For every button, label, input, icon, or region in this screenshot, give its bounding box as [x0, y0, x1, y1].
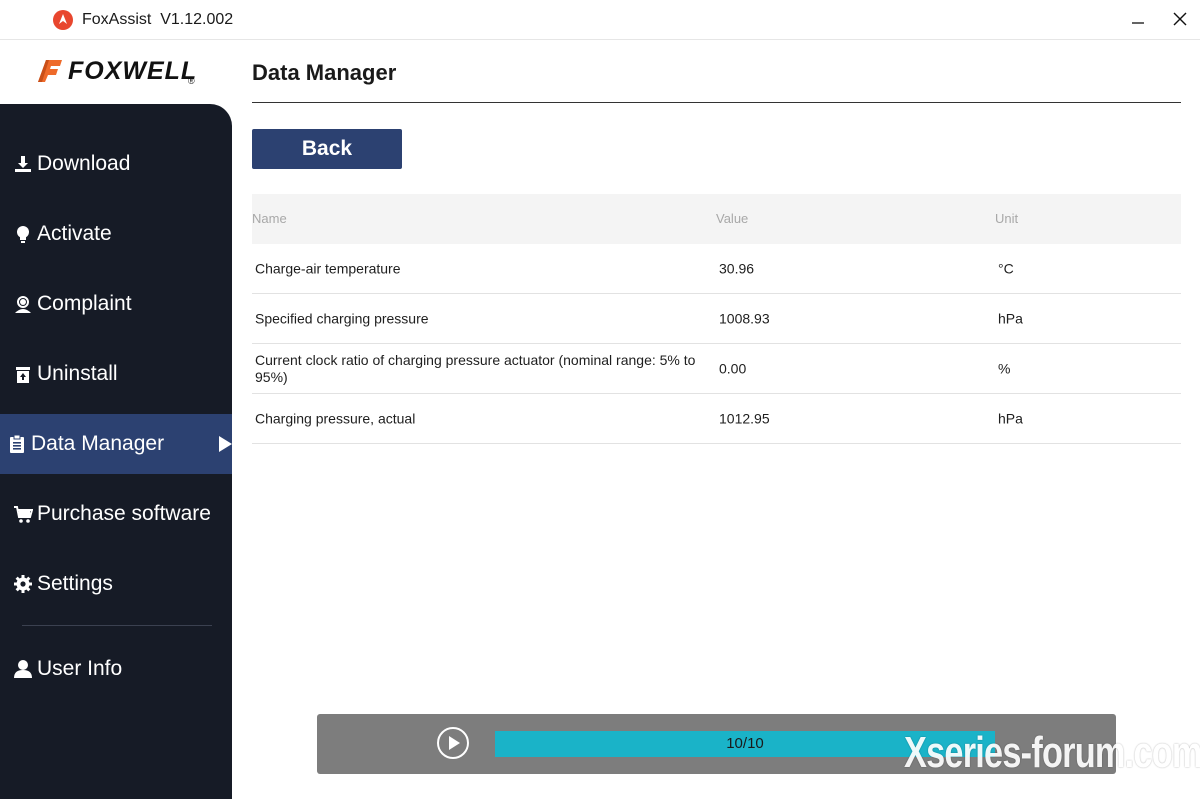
cell-name: Charge-air temperature — [255, 260, 401, 276]
watermark: Xseries-forum.com — [904, 728, 1200, 777]
sidebar-item-label: Uninstall — [37, 362, 118, 385]
minimize-button[interactable] — [1122, 4, 1154, 34]
support-agent-icon — [13, 294, 33, 314]
close-icon — [1173, 12, 1187, 26]
gear-icon — [13, 574, 33, 594]
foxassist-app-icon — [53, 10, 73, 30]
window-title: FoxAssist V1.12.002 — [82, 11, 234, 28]
sidebar-item-settings[interactable]: Settings — [0, 554, 232, 614]
cell-unit: hPa — [998, 310, 1023, 326]
sidebar-item-label: Activate — [37, 222, 112, 245]
cell-name: Specified charging pressure — [255, 310, 429, 326]
table-row: Charge-air temperature 30.96 °C — [252, 244, 1181, 294]
cell-unit: % — [998, 360, 1011, 376]
sidebar-item-label: User Info — [37, 657, 123, 680]
cell-name: Charging pressure, actual — [255, 410, 416, 426]
column-header-name: Name — [252, 211, 287, 226]
cell-value: 1012.95 — [719, 410, 770, 426]
sidebar-item-user-info[interactable]: User Info — [0, 639, 232, 699]
logo-wordmark: FOXWELL — [68, 57, 198, 85]
sidebar-item-data-manager[interactable]: Data Manager — [0, 414, 232, 474]
sidebar-item-activate[interactable]: Activate — [0, 204, 232, 264]
data-table: Name Value Unit Charge-air temperature 3… — [252, 194, 1181, 444]
cart-icon — [13, 504, 33, 524]
play-icon[interactable] — [436, 726, 470, 760]
cell-value: 0.00 — [719, 360, 747, 376]
cell-value: 30.96 — [719, 260, 755, 276]
clipboard-icon — [7, 434, 27, 454]
table-row: Charging pressure, actual 1012.95 hPa — [252, 394, 1181, 444]
trash-icon — [13, 364, 33, 384]
table-row: Current clock ratio of charging pressure… — [252, 344, 1181, 394]
sidebar: Download Activate Complaint Uninstall Da… — [0, 104, 232, 799]
title-bar: FoxAssist V1.12.002 — [0, 0, 1200, 40]
brand-logo: FOXWELL ® — [0, 40, 232, 104]
cell-name: Current clock ratio of charging pressure… — [255, 351, 696, 385]
sidebar-item-purchase-software[interactable]: Purchase software — [0, 484, 232, 544]
active-indicator-icon — [219, 436, 232, 452]
back-button[interactable]: Back — [252, 129, 402, 169]
table-header: Name Value Unit — [252, 194, 1181, 244]
cell-value: 1008.93 — [719, 310, 770, 326]
page-title: Data Manager — [252, 60, 397, 85]
sidebar-item-label: Purchase software — [37, 502, 211, 525]
sidebar-item-label: Settings — [37, 572, 113, 595]
column-header-value: Value — [716, 211, 749, 226]
user-icon — [13, 659, 33, 679]
sidebar-item-label: Data Manager — [31, 432, 165, 455]
title-divider — [252, 102, 1181, 103]
minimize-icon — [1132, 22, 1144, 24]
sidebar-item-complaint[interactable]: Complaint — [0, 274, 232, 334]
registered-mark: ® — [188, 76, 195, 86]
lightbulb-icon — [13, 224, 33, 244]
sidebar-item-label: Complaint — [37, 292, 132, 315]
sidebar-item-download[interactable]: Download — [0, 134, 232, 194]
column-header-unit: Unit — [995, 211, 1019, 226]
cell-unit: °C — [998, 260, 1014, 276]
sidebar-divider — [22, 625, 212, 626]
cell-unit: hPa — [998, 410, 1023, 426]
close-button[interactable] — [1164, 4, 1196, 34]
download-icon — [13, 154, 33, 174]
table-row: Specified charging pressure 1008.93 hPa — [252, 294, 1181, 344]
sidebar-item-uninstall[interactable]: Uninstall — [0, 344, 232, 404]
sidebar-item-label: Download — [37, 152, 131, 175]
foxwell-logo-icon — [38, 60, 62, 82]
